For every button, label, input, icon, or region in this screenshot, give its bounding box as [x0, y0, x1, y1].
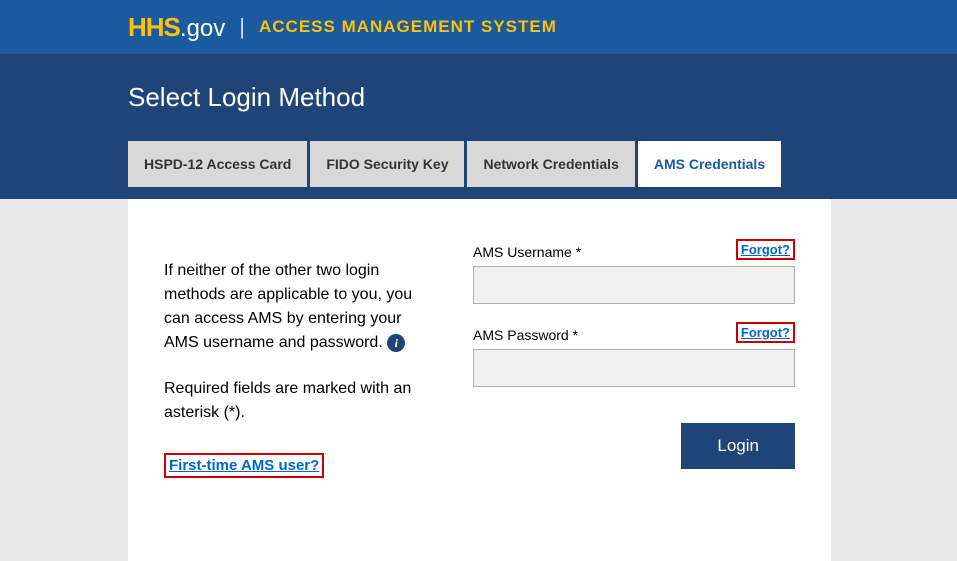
password-label: AMS Password * — [473, 327, 578, 343]
username-label: AMS Username * — [473, 244, 581, 260]
top-bar: HHS.gov | ACCESS MANAGEMENT SYSTEM — [0, 0, 957, 54]
page-title: Select Login Method — [128, 54, 957, 141]
info-column: If neither of the other two login method… — [164, 239, 437, 521]
login-button[interactable]: Login — [681, 423, 795, 469]
password-label-row: AMS Password * Forgot? — [473, 322, 795, 343]
required-fields-note: Required fields are marked with an aster… — [164, 377, 437, 425]
tab-ams[interactable]: AMS Credentials — [638, 141, 781, 187]
hhs-logo[interactable]: HHS.gov — [128, 12, 225, 43]
login-form: AMS Username * Forgot? AMS Password * Fo… — [473, 239, 795, 521]
first-time-user-link[interactable]: First-time AMS user? — [164, 453, 324, 478]
tab-fido[interactable]: FIDO Security Key — [310, 141, 464, 187]
login-method-tabs: HSPD-12 Access Card FIDO Security Key Ne… — [128, 141, 957, 187]
username-label-row: AMS Username * Forgot? — [473, 239, 795, 260]
logo-gov-text: .gov — [180, 15, 225, 43]
main-content: If neither of the other two login method… — [128, 199, 831, 561]
header-divider: | — [239, 14, 245, 40]
password-input[interactable] — [473, 349, 795, 387]
logo-hhs-text: HHS — [128, 12, 180, 43]
banner: Select Login Method HSPD-12 Access Card … — [0, 54, 957, 199]
username-group: AMS Username * Forgot? — [473, 239, 795, 304]
tab-hspd12[interactable]: HSPD-12 Access Card — [128, 141, 307, 187]
username-input[interactable] — [473, 266, 795, 304]
system-name: ACCESS MANAGEMENT SYSTEM — [259, 17, 557, 37]
password-group: AMS Password * Forgot? — [473, 322, 795, 387]
intro-text: If neither of the other two login method… — [164, 259, 437, 355]
forgot-username-link[interactable]: Forgot? — [736, 239, 795, 260]
info-icon[interactable]: i — [387, 334, 405, 352]
forgot-password-link[interactable]: Forgot? — [736, 322, 795, 343]
intro-text-content: If neither of the other two login method… — [164, 262, 412, 351]
tab-network[interactable]: Network Credentials — [467, 141, 634, 187]
